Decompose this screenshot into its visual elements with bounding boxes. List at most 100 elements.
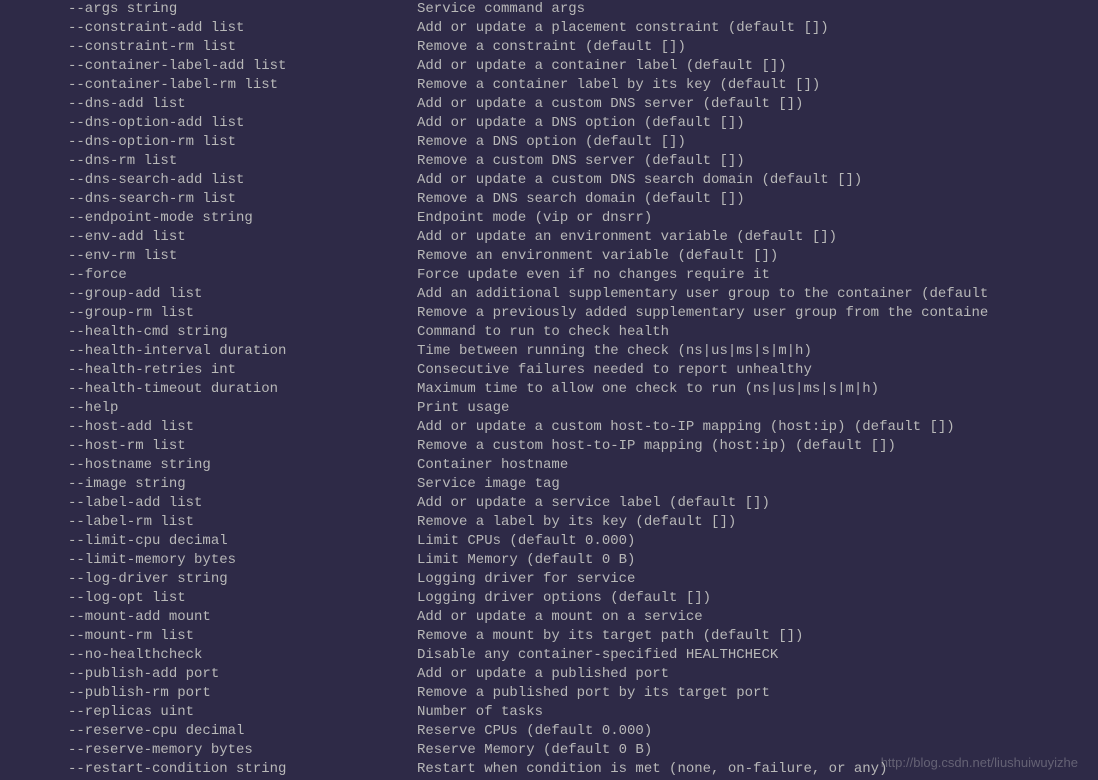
option-flag: --env-rm list — [0, 247, 417, 266]
option-flag: --hostname string — [0, 456, 417, 475]
option-row: --dns-option-add listAdd or update a DNS… — [0, 114, 1098, 133]
option-row: --env-rm listRemove an environment varia… — [0, 247, 1098, 266]
option-flag: --dns-option-rm list — [0, 133, 417, 152]
option-description: Disable any container-specified HEALTHCH… — [417, 646, 1098, 665]
option-flag: --label-add list — [0, 494, 417, 513]
option-row: --log-opt listLogging driver options (de… — [0, 589, 1098, 608]
option-row: --replicas uintNumber of tasks — [0, 703, 1098, 722]
option-row: --no-healthcheckDisable any container-sp… — [0, 646, 1098, 665]
option-flag: --health-interval duration — [0, 342, 417, 361]
option-description: Remove a label by its key (default []) — [417, 513, 1098, 532]
option-flag: --mount-add mount — [0, 608, 417, 627]
option-description: Remove a custom host-to-IP mapping (host… — [417, 437, 1098, 456]
option-flag: --force — [0, 266, 417, 285]
option-row: --log-driver stringLogging driver for se… — [0, 570, 1098, 589]
option-row: --args stringService command args — [0, 0, 1098, 19]
option-description: Remove a DNS search domain (default []) — [417, 190, 1098, 209]
option-flag: --help — [0, 399, 417, 418]
option-row: --health-interval durationTime between r… — [0, 342, 1098, 361]
option-flag: --publish-add port — [0, 665, 417, 684]
option-description: Add or update a mount on a service — [417, 608, 1098, 627]
option-flag: --mount-rm list — [0, 627, 417, 646]
option-description: Add or update a placement constraint (de… — [417, 19, 1098, 38]
option-flag: --dns-add list — [0, 95, 417, 114]
option-flag: --image string — [0, 475, 417, 494]
option-description: Add or update a custom DNS search domain… — [417, 171, 1098, 190]
option-flag: --health-cmd string — [0, 323, 417, 342]
option-flag: --reserve-cpu decimal — [0, 722, 417, 741]
option-description: Add or update a custom host-to-IP mappin… — [417, 418, 1098, 437]
option-description: Add or update a container label (default… — [417, 57, 1098, 76]
option-description: Limit CPUs (default 0.000) — [417, 532, 1098, 551]
option-row: --forceForce update even if no changes r… — [0, 266, 1098, 285]
option-row: --helpPrint usage — [0, 399, 1098, 418]
option-description: Container hostname — [417, 456, 1098, 475]
option-description: Endpoint mode (vip or dnsrr) — [417, 209, 1098, 228]
option-description: Add or update a DNS option (default []) — [417, 114, 1098, 133]
option-row: --group-rm listRemove a previously added… — [0, 304, 1098, 323]
option-description: Remove a mount by its target path (defau… — [417, 627, 1098, 646]
option-flag: --reserve-memory bytes — [0, 741, 417, 760]
option-row: --group-add listAdd an additional supple… — [0, 285, 1098, 304]
option-description: Limit Memory (default 0 B) — [417, 551, 1098, 570]
option-description: Maximum time to allow one check to run (… — [417, 380, 1098, 399]
option-description: Logging driver for service — [417, 570, 1098, 589]
option-description: Number of tasks — [417, 703, 1098, 722]
option-row: --dns-rm listRemove a custom DNS server … — [0, 152, 1098, 171]
option-flag: --endpoint-mode string — [0, 209, 417, 228]
option-flag: --env-add list — [0, 228, 417, 247]
option-description: Logging driver options (default []) — [417, 589, 1098, 608]
option-flag: --health-timeout duration — [0, 380, 417, 399]
option-row: --hostname stringContainer hostname — [0, 456, 1098, 475]
option-description: Add or update a custom DNS server (defau… — [417, 95, 1098, 114]
option-row: --dns-search-rm listRemove a DNS search … — [0, 190, 1098, 209]
option-flag: --container-label-add list — [0, 57, 417, 76]
option-description: Service image tag — [417, 475, 1098, 494]
option-row: --dns-search-add listAdd or update a cus… — [0, 171, 1098, 190]
option-flag: --group-rm list — [0, 304, 417, 323]
option-row: --dns-option-rm listRemove a DNS option … — [0, 133, 1098, 152]
option-row: --constraint-add listAdd or update a pla… — [0, 19, 1098, 38]
option-description: Consecutive failures needed to report un… — [417, 361, 1098, 380]
option-description: Command to run to check health — [417, 323, 1098, 342]
option-row: --host-add listAdd or update a custom ho… — [0, 418, 1098, 437]
option-description: Time between running the check (ns|us|ms… — [417, 342, 1098, 361]
option-row: --env-add listAdd or update an environme… — [0, 228, 1098, 247]
option-flag: --args string — [0, 0, 417, 19]
option-row: --endpoint-mode stringEndpoint mode (vip… — [0, 209, 1098, 228]
option-flag: --dns-search-add list — [0, 171, 417, 190]
option-description: Remove a container label by its key (def… — [417, 76, 1098, 95]
option-description: Print usage — [417, 399, 1098, 418]
option-description: Remove a constraint (default []) — [417, 38, 1098, 57]
option-flag: --replicas uint — [0, 703, 417, 722]
option-flag: --log-driver string — [0, 570, 417, 589]
option-row: --mount-add mountAdd or update a mount o… — [0, 608, 1098, 627]
option-flag: --constraint-rm list — [0, 38, 417, 57]
option-flag: --host-rm list — [0, 437, 417, 456]
option-row: --container-label-rm listRemove a contai… — [0, 76, 1098, 95]
option-row: --host-rm listRemove a custom host-to-IP… — [0, 437, 1098, 456]
option-flag: --host-add list — [0, 418, 417, 437]
option-flag: --dns-option-add list — [0, 114, 417, 133]
option-flag: --limit-cpu decimal — [0, 532, 417, 551]
option-row: --constraint-rm listRemove a constraint … — [0, 38, 1098, 57]
option-description: Add or update a service label (default [… — [417, 494, 1098, 513]
terminal-output: --args stringService command args--const… — [0, 0, 1098, 779]
option-flag: --no-healthcheck — [0, 646, 417, 665]
option-row: --limit-cpu decimalLimit CPUs (default 0… — [0, 532, 1098, 551]
option-row: --label-rm listRemove a label by its key… — [0, 513, 1098, 532]
option-description: Remove a published port by its target po… — [417, 684, 1098, 703]
option-row: --image stringService image tag — [0, 475, 1098, 494]
option-row: --mount-rm listRemove a mount by its tar… — [0, 627, 1098, 646]
option-row: --label-add listAdd or update a service … — [0, 494, 1098, 513]
option-description: Service command args — [417, 0, 1098, 19]
option-flag: --container-label-rm list — [0, 76, 417, 95]
option-description: Add or update a published port — [417, 665, 1098, 684]
option-row: --publish-add portAdd or update a publis… — [0, 665, 1098, 684]
option-row: --dns-add listAdd or update a custom DNS… — [0, 95, 1098, 114]
option-description: Remove an environment variable (default … — [417, 247, 1098, 266]
option-flag: --label-rm list — [0, 513, 417, 532]
option-flag: --restart-condition string — [0, 760, 417, 779]
option-description: Remove a DNS option (default []) — [417, 133, 1098, 152]
option-description: Remove a custom DNS server (default []) — [417, 152, 1098, 171]
